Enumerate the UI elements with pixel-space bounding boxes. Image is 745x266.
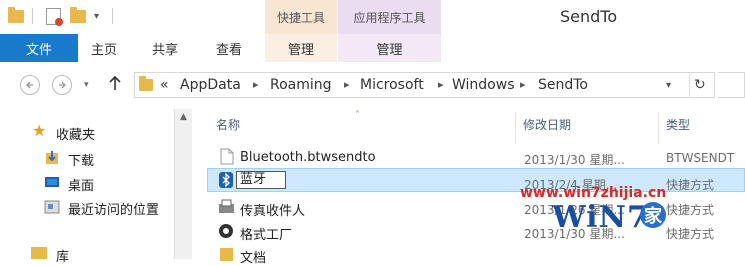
file-type: 快捷方式 <box>666 178 715 192</box>
scroll-up-icon[interactable]: ▲ <box>175 112 192 122</box>
column-header-date-modified[interactable]: 修改日期 <box>523 116 571 133</box>
file-type: BTWSENDT <box>666 151 735 165</box>
refresh-icon[interactable]: ↻ <box>694 77 706 93</box>
breadcrumb-separator-icon[interactable]: ▸ <box>438 78 444 91</box>
folder-icon[interactable] <box>8 6 24 25</box>
breadcrumb-separator-icon[interactable]: ▸ <box>520 78 526 91</box>
properties-icon[interactable] <box>46 7 63 26</box>
fax-icon <box>218 199 235 217</box>
nav-recent-places[interactable]: 最近访问的位置 <box>68 199 159 218</box>
documents-icon <box>219 247 234 264</box>
back-button[interactable] <box>20 75 40 95</box>
toolbar-divider <box>112 8 113 24</box>
desktop-icon <box>44 175 60 192</box>
rename-input[interactable]: 蓝牙 <box>236 171 286 189</box>
quick-access-dropdown-icon[interactable]: ▾ <box>94 7 99 25</box>
address-dropdown-icon[interactable]: ▾ <box>666 80 671 91</box>
bluetooth-icon <box>219 172 233 191</box>
breadcrumb-separator-icon[interactable]: ▸ <box>253 78 259 91</box>
tab-home[interactable]: 主页 <box>78 34 130 62</box>
nav-scrollbar[interactable]: ▲ <box>174 109 192 259</box>
arrow-left-icon <box>26 81 33 89</box>
navigation-pane <box>0 109 192 259</box>
tab-share[interactable]: 共享 <box>130 34 200 62</box>
context-tab-application-tools: 应用程序工具 <box>338 0 441 34</box>
folder-icon <box>139 76 153 91</box>
arrow-up-icon <box>109 75 121 90</box>
file-name[interactable]: 文档 <box>240 247 266 266</box>
downloads-icon <box>44 150 60 169</box>
file-type: 快捷方式 <box>666 227 715 241</box>
file-row[interactable] <box>207 244 745 259</box>
breadcrumb-appdata[interactable]: AppData <box>180 77 241 93</box>
arrow-right-icon <box>59 81 66 89</box>
breadcrumb-separator-icon[interactable]: ▸ <box>344 78 350 91</box>
nav-favorites[interactable]: ★ <box>32 121 46 140</box>
tab-view[interactable]: 查看 <box>200 34 258 62</box>
search-input[interactable] <box>718 72 745 98</box>
file-name[interactable]: 传真收件人 <box>240 200 305 219</box>
forward-button[interactable] <box>52 75 72 95</box>
window-title: SendTo <box>560 7 618 26</box>
breadcrumb-sendto[interactable]: SendTo <box>538 77 588 93</box>
libraries-icon <box>30 246 48 262</box>
column-divider[interactable] <box>515 112 516 144</box>
file-type: 快捷方式 <box>666 203 715 217</box>
file-name[interactable]: Bluetooth.btwsendto <box>240 150 376 165</box>
nav-libraries[interactable]: 库 <box>56 246 69 265</box>
column-header-name[interactable]: 名称 <box>216 116 240 133</box>
watermark-url: www.win7zhijia.cn <box>520 185 667 201</box>
file-date: 2013/1/30 星期... <box>524 153 625 167</box>
context-tab-shortcut-tools: 快捷工具 <box>265 0 337 34</box>
recent-places-icon <box>44 199 60 218</box>
file-name[interactable]: 格式工厂 <box>240 224 292 243</box>
column-divider[interactable] <box>658 112 659 144</box>
breadcrumb-roaming[interactable]: Roaming <box>270 77 332 93</box>
breadcrumb-windows[interactable]: Windows <box>452 77 515 93</box>
nav-favorites-label[interactable]: 收藏夹 <box>56 124 95 143</box>
nav-downloads[interactable]: 下载 <box>68 150 94 169</box>
column-header-type[interactable]: 类型 <box>666 116 690 133</box>
recent-locations-dropdown-icon[interactable]: ▾ <box>84 80 89 90</box>
toolbar-divider <box>32 8 33 24</box>
address-divider <box>689 73 690 97</box>
breadcrumb-microsoft[interactable]: Microsoft <box>360 77 424 93</box>
breadcrumb-overflow[interactable]: « <box>160 77 169 93</box>
nav-desktop[interactable]: 桌面 <box>68 175 94 194</box>
tab-file[interactable]: 文件 <box>0 34 78 62</box>
format-factory-icon <box>218 223 234 242</box>
watermark-home-char: 家 <box>640 202 666 228</box>
tab-manage-shortcut[interactable]: 管理 <box>265 34 337 62</box>
new-folder-icon[interactable] <box>70 6 86 25</box>
star-icon: ★ <box>32 121 47 140</box>
file-icon <box>220 148 234 168</box>
sort-ascending-icon: ˄ <box>355 110 360 121</box>
tab-manage-application[interactable]: 管理 <box>338 34 441 62</box>
up-button[interactable] <box>108 74 122 95</box>
